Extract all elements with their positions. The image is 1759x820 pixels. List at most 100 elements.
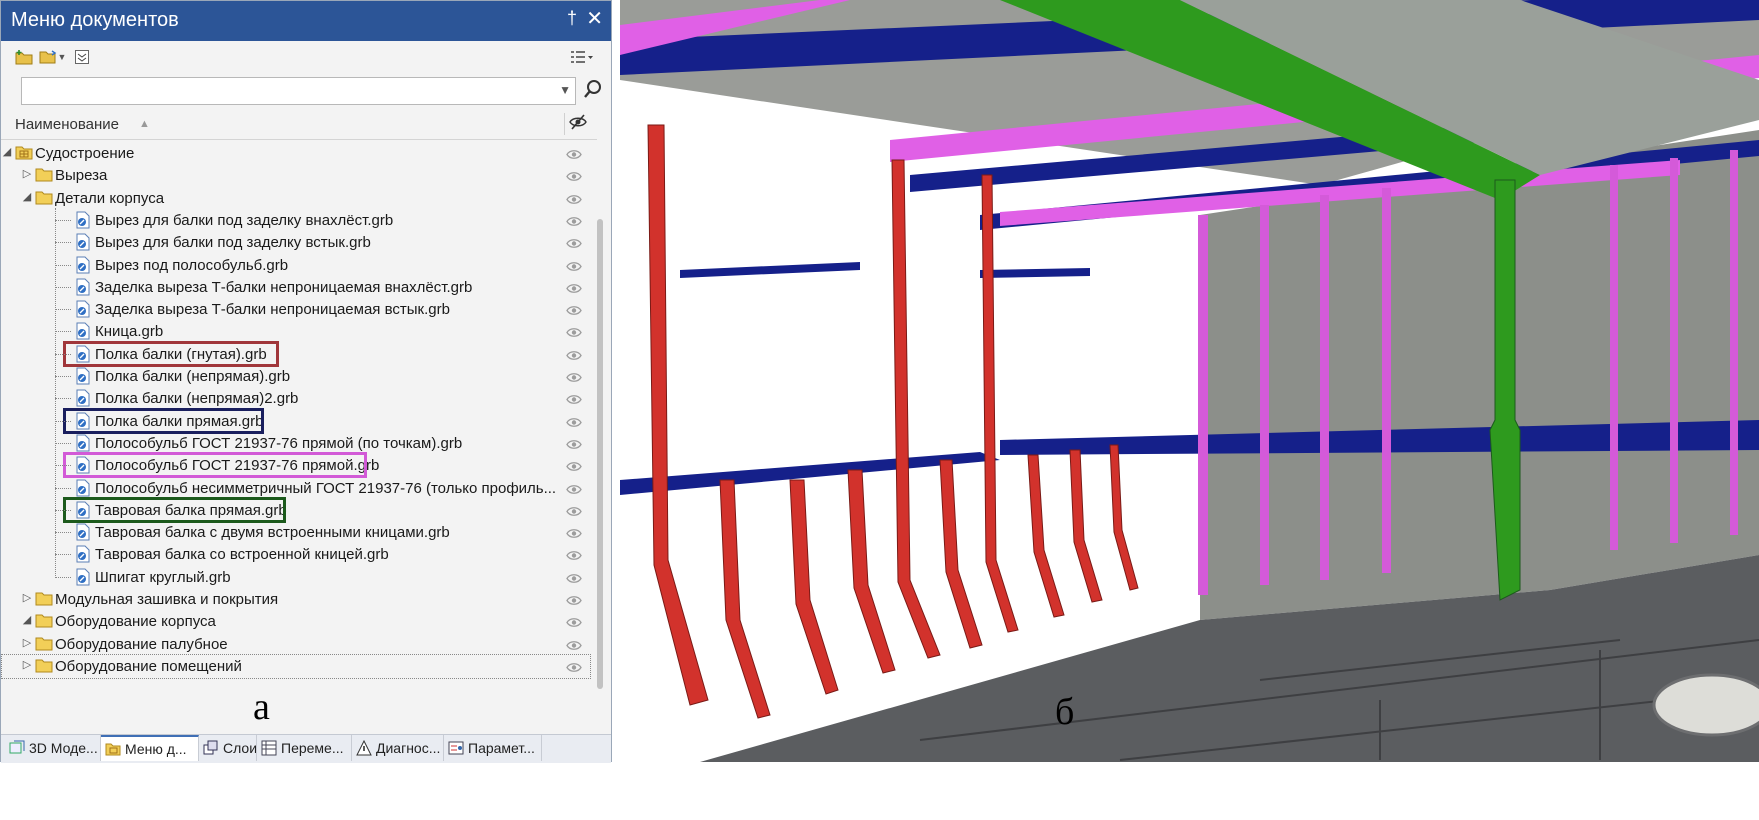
tree-folder-item[interactable]: ▷ Оборудование помещений xyxy=(1,653,591,679)
tree-item-label: Тавровая балка с двумя встроенными кница… xyxy=(95,524,450,542)
tree-file-item[interactable]: Полособульб ГОСТ 21937-76 прямой.grb xyxy=(1,452,591,479)
tree-file-item[interactable]: Шпигат круглый.grb xyxy=(1,565,591,590)
expand-icon[interactable]: ▷ xyxy=(21,167,33,181)
tree-item-label: Шпигат круглый.grb xyxy=(95,568,231,586)
search-icon[interactable] xyxy=(583,79,605,103)
tree-item-label: Заделка выреза Т-балки непроницаемая вст… xyxy=(95,301,450,319)
visibility-eye-icon[interactable] xyxy=(566,147,582,159)
visibility-eye-icon[interactable] xyxy=(566,392,582,405)
tree-folder-item[interactable]: ▷ Оборудование палубное xyxy=(1,632,591,657)
visibility-eye-icon[interactable] xyxy=(566,415,582,427)
visibility-eye-icon[interactable] xyxy=(566,325,582,338)
expand-collapse-icon[interactable]: ◢ xyxy=(1,145,13,159)
tree-folder-item[interactable]: ◢ Оборудование корпуса xyxy=(1,609,591,634)
tree-file-item[interactable]: Вырез для балки под заделку внахлёст.grb xyxy=(1,208,591,233)
visibility-eye-icon[interactable] xyxy=(566,169,582,182)
tab-label: Парамет... xyxy=(468,740,535,756)
visibility-eye-icon[interactable] xyxy=(566,370,582,382)
highlight-frame xyxy=(63,340,279,367)
visibility-eye-icon[interactable] xyxy=(566,214,582,226)
tree-item-label: Вырез для балки под заделку внахлёст.grb xyxy=(95,211,394,229)
tree-item-label: Оборудование палубное xyxy=(55,635,228,653)
tree-folder-item[interactable]: ▷ Модульная зашивка и покрытия xyxy=(1,587,591,612)
tree-connector xyxy=(55,509,71,511)
parameters-icon xyxy=(448,740,464,756)
chevron-down-icon[interactable]: ▼ xyxy=(56,47,68,67)
caption-b: б xyxy=(1055,691,1075,733)
grb-file-icon xyxy=(75,211,93,229)
visibility-eye-icon[interactable] xyxy=(566,482,582,494)
tab-label: Переме... xyxy=(281,740,344,756)
tree-file-item[interactable]: Полка балки прямая.grb xyxy=(1,407,591,434)
tree-file-item[interactable]: Тавровая балка прямая.grb xyxy=(1,496,591,523)
tab-warning[interactable]: Диагнос... xyxy=(352,735,444,761)
tree-file-item[interactable]: Полка балки (непрямая).grb xyxy=(1,364,591,389)
expand-icon[interactable]: ▷ xyxy=(21,636,33,650)
visibility-eye-icon[interactable] xyxy=(566,281,582,293)
tab-variables[interactable]: Переме... xyxy=(257,735,352,761)
visibility-eye-icon[interactable] xyxy=(566,593,582,605)
sort-ascending-icon[interactable]: ▲ xyxy=(139,118,150,130)
folder-icon xyxy=(35,166,53,184)
visibility-eye-icon[interactable] xyxy=(566,638,582,650)
search-input[interactable]: ▼ xyxy=(21,77,576,105)
tree-file-item[interactable]: Тавровая балка с двумя встроенными кница… xyxy=(1,520,591,545)
visibility-eye-icon[interactable] xyxy=(566,615,582,628)
tree-connector xyxy=(55,286,71,288)
expand-icon[interactable]: ▷ xyxy=(21,658,33,672)
column-header[interactable]: Наименование ▲ xyxy=(1,111,597,140)
tab-3d-model[interactable]: 3D Моде... xyxy=(5,735,101,761)
highlight-frame xyxy=(63,407,264,434)
pin-icon[interactable]: † xyxy=(567,8,577,29)
tree-connector xyxy=(55,532,71,534)
tree-file-item[interactable]: Заделка выреза Т-балки непроницаемая вна… xyxy=(1,275,591,300)
grb-file-icon xyxy=(75,523,93,541)
tree-connector xyxy=(55,420,71,422)
folder-icon xyxy=(15,144,33,162)
tree-file-item[interactable]: Полка балки (гнутая).grb xyxy=(1,340,591,367)
tree-connector xyxy=(55,576,71,578)
visibility-eye-icon[interactable] xyxy=(566,660,582,672)
tree-file-item[interactable]: Вырез под полособульб.grb xyxy=(1,253,591,278)
expand-collapse-icon[interactable]: ◢ xyxy=(21,613,33,627)
visibility-eye-icon[interactable] xyxy=(566,459,582,472)
scrollbar[interactable] xyxy=(597,219,603,689)
visibility-eye-icon[interactable] xyxy=(566,526,582,538)
tab-document-menu[interactable]: Меню д... xyxy=(101,735,199,761)
visibility-eye-icon[interactable] xyxy=(566,504,582,516)
chevron-down-icon[interactable]: ▼ xyxy=(559,83,571,97)
visibility-hidden-icon[interactable] xyxy=(564,113,591,135)
tree-folder-item[interactable]: ▷ Выреза xyxy=(1,163,591,188)
visibility-eye-icon[interactable] xyxy=(566,348,582,360)
tree-folder-item[interactable]: ◢ Детали корпуса xyxy=(1,186,591,211)
collapse-all-icon[interactable] xyxy=(71,47,93,67)
visibility-eye-icon[interactable] xyxy=(566,437,582,449)
view-options-icon[interactable] xyxy=(569,47,595,67)
tree-connector xyxy=(55,465,71,467)
panel-toolbar: ▼ xyxy=(1,43,611,73)
tree-file-item[interactable]: Заделка выреза Т-балки непроницаемая вст… xyxy=(1,297,591,322)
visibility-eye-icon[interactable] xyxy=(566,548,582,561)
tab-layers[interactable]: Слои xyxy=(199,735,257,761)
visibility-eye-icon[interactable] xyxy=(566,192,582,204)
visibility-eye-icon[interactable] xyxy=(566,259,582,271)
tree-folder-item[interactable]: ◢ Судостроение xyxy=(1,141,591,166)
tree-item-label: Детали корпуса xyxy=(55,189,165,207)
close-icon[interactable]: ✕ xyxy=(586,6,603,31)
add-folder-icon[interactable] xyxy=(13,47,35,67)
panel-title-bar[interactable]: Меню документов † ✕ xyxy=(1,1,611,41)
tree-connector xyxy=(55,331,71,333)
visibility-eye-icon[interactable] xyxy=(566,303,582,315)
visibility-eye-icon[interactable] xyxy=(566,236,582,249)
highlight-frame xyxy=(63,496,286,523)
expand-collapse-icon[interactable]: ◢ xyxy=(21,190,33,204)
tab-parameters[interactable]: Парамет... xyxy=(444,735,542,761)
layers-icon xyxy=(203,740,219,756)
expand-icon[interactable]: ▷ xyxy=(21,591,33,605)
tree-file-item[interactable]: Тавровая балка со встроенной кницей.grb xyxy=(1,542,591,567)
tree-file-item[interactable]: Вырез для балки под заделку встык.grb xyxy=(1,230,591,255)
tree-item-label: Модульная зашивка и покрытия xyxy=(55,591,279,608)
visibility-eye-icon[interactable] xyxy=(566,571,582,583)
3d-model-icon xyxy=(9,740,25,756)
folder-icon xyxy=(35,612,53,630)
